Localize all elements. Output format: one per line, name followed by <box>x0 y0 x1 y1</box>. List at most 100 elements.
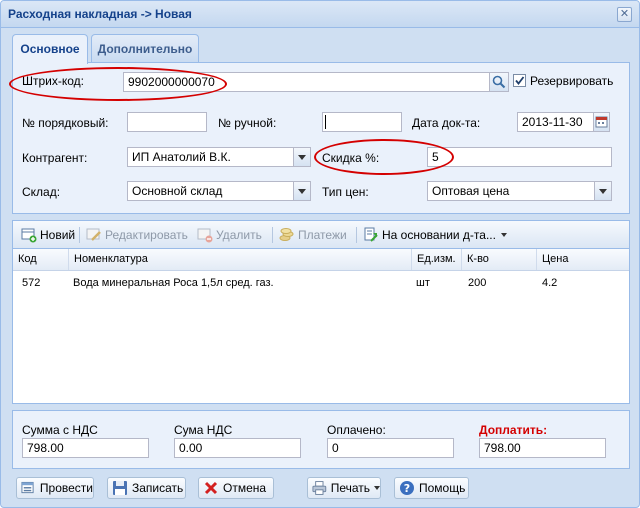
column-header-code[interactable]: Код <box>13 249 68 270</box>
help-button-label: Помощь <box>419 481 466 495</box>
close-icon: ✕ <box>619 8 630 20</box>
price-type-value: Оптовая цена <box>432 184 510 198</box>
cancel-button-label: Отмена <box>223 481 267 495</box>
topay-value: 798.00 <box>484 441 521 455</box>
row-price: 4.2 <box>542 277 558 289</box>
row-unit: шт <box>416 277 430 289</box>
manual-number-input[interactable] <box>322 112 402 132</box>
help-icon: ? <box>400 481 414 495</box>
paid-value: 0 <box>332 441 339 455</box>
warehouse-combo[interactable]: Основной склад <box>127 181 311 201</box>
grid-header: Код Номенклатура Ед.изм. К-во Цена <box>13 249 629 271</box>
delete-button-label: Удалить <box>216 228 262 242</box>
discount-value: 5 <box>432 150 439 164</box>
based-on-button-label: На основании д-та... <box>382 228 496 242</box>
sum-vat-label: Сумма с НДС <box>22 423 98 437</box>
document-link-icon <box>364 227 378 242</box>
payments-button-label: Платежи <box>298 228 347 242</box>
search-icon <box>492 75 506 89</box>
column-header-price[interactable]: Цена <box>536 249 629 270</box>
seq-number-label: № порядковый: <box>22 116 109 130</box>
new-button[interactable]: Новий <box>21 226 75 244</box>
post-document-icon <box>21 481 34 494</box>
coins-icon <box>279 228 294 241</box>
vat-value: 0.00 <box>179 441 203 455</box>
seq-number-input[interactable] <box>127 112 207 132</box>
help-button[interactable]: ? Помощь <box>394 477 469 499</box>
floppy-disk-icon <box>113 481 127 495</box>
print-button-label: Печать <box>330 481 370 495</box>
edit-icon <box>86 228 101 241</box>
discount-label: Скидка %: <box>322 151 380 165</box>
date-picker-button[interactable] <box>593 112 610 132</box>
grid-toolbar: Новий Редактировать Удалить Платежи На о… <box>13 221 629 249</box>
calendar-icon <box>595 116 608 128</box>
svg-text:?: ? <box>404 482 410 495</box>
printer-icon <box>312 481 327 495</box>
warehouse-label: Склад: <box>22 185 61 199</box>
reserve-checkbox[interactable] <box>513 74 526 87</box>
chevron-down-icon[interactable] <box>594 182 611 200</box>
checkmark-icon <box>515 76 525 85</box>
save-button-label: Записать <box>132 481 184 495</box>
topay-field[interactable]: 798.00 <box>479 438 606 458</box>
warehouse-value: Основной склад <box>132 184 223 198</box>
tab-main[interactable]: Основное <box>12 34 88 64</box>
discount-input[interactable]: 5 <box>427 147 612 167</box>
row-code: 572 <box>22 277 41 289</box>
edit-button-label: Редактировать <box>105 228 188 242</box>
price-type-label: Тип цен: <box>322 185 369 199</box>
new-button-label: Новий <box>40 228 76 242</box>
row-qty: 200 <box>468 277 487 289</box>
counterparty-label: Контрагент: <box>22 151 88 165</box>
dropdown-arrow-icon <box>500 233 507 237</box>
post-button[interactable]: Провести <box>16 477 94 499</box>
paid-label: Оплачено: <box>327 423 386 437</box>
save-button[interactable]: Записать <box>107 477 186 499</box>
tab-additional-label: Дополнительно <box>97 42 193 56</box>
counterparty-combo[interactable]: ИП Анатолий В.К. <box>127 147 311 167</box>
tab-main-label: Основное <box>20 42 80 56</box>
reserve-label: Резервировать <box>530 74 614 88</box>
tab-additional[interactable]: Дополнительно <box>91 34 199 63</box>
column-header-item[interactable]: Номенклатура <box>68 249 411 270</box>
barcode-search-button[interactable] <box>489 72 509 92</box>
toolbar-separator <box>79 227 80 243</box>
row-item: Вода минеральная Роса 1,5л сред. газ. <box>73 277 274 289</box>
barcode-value: 9902000000070 <box>128 75 215 89</box>
delete-icon <box>197 228 213 243</box>
vat-label: Сума НДС <box>174 423 233 437</box>
column-header-unit[interactable]: Ед.изм. <box>411 249 461 270</box>
based-on-button[interactable]: На основании д-та... <box>363 226 507 244</box>
items-grid-panel: Новий Редактировать Удалить Платежи На о… <box>12 220 630 404</box>
manual-number-label: № ручной: <box>218 116 277 130</box>
close-button[interactable]: ✕ <box>617 7 632 22</box>
vat-field[interactable]: 0.00 <box>174 438 301 458</box>
print-button[interactable]: Печать <box>307 477 381 499</box>
barcode-input[interactable]: 9902000000070 <box>123 72 509 92</box>
toolbar-separator <box>356 227 357 243</box>
dropdown-arrow-icon <box>374 486 380 490</box>
sum-vat-field[interactable]: 798.00 <box>22 438 149 458</box>
totals-panel: Сумма с НДС 798.00 Сума НДС 0.00 Оплачен… <box>12 410 630 469</box>
invoice-window: Расходная накладная -> Новая ✕ Основное … <box>0 0 640 508</box>
table-row[interactable]: 572 Вода минеральная Роса 1,5л сред. газ… <box>13 272 629 294</box>
chevron-down-icon[interactable] <box>293 182 310 200</box>
paid-field[interactable]: 0 <box>327 438 454 458</box>
column-header-qty[interactable]: К-во <box>461 249 536 270</box>
cancel-x-icon <box>204 481 218 495</box>
topay-label: Доплатить: <box>479 423 548 437</box>
form-panel: Штрих-код: 9902000000070 Резервировать №… <box>9 62 630 214</box>
counterparty-value: ИП Анатолий В.К. <box>132 150 231 164</box>
cancel-button[interactable]: Отмена <box>198 477 274 499</box>
delete-button[interactable]: Удалить <box>197 226 262 244</box>
doc-date-label: Дата док-та: <box>412 116 481 130</box>
payments-button[interactable]: Платежи <box>279 226 347 244</box>
barcode-label: Штрих-код: <box>22 74 84 88</box>
edit-button[interactable]: Редактировать <box>86 226 188 244</box>
chevron-down-icon[interactable] <box>293 148 310 166</box>
sum-vat-value: 798.00 <box>27 441 64 455</box>
price-type-combo[interactable]: Оптовая цена <box>427 181 612 201</box>
doc-date-value: 2013-11-30 <box>522 115 583 129</box>
add-row-icon <box>21 228 37 243</box>
